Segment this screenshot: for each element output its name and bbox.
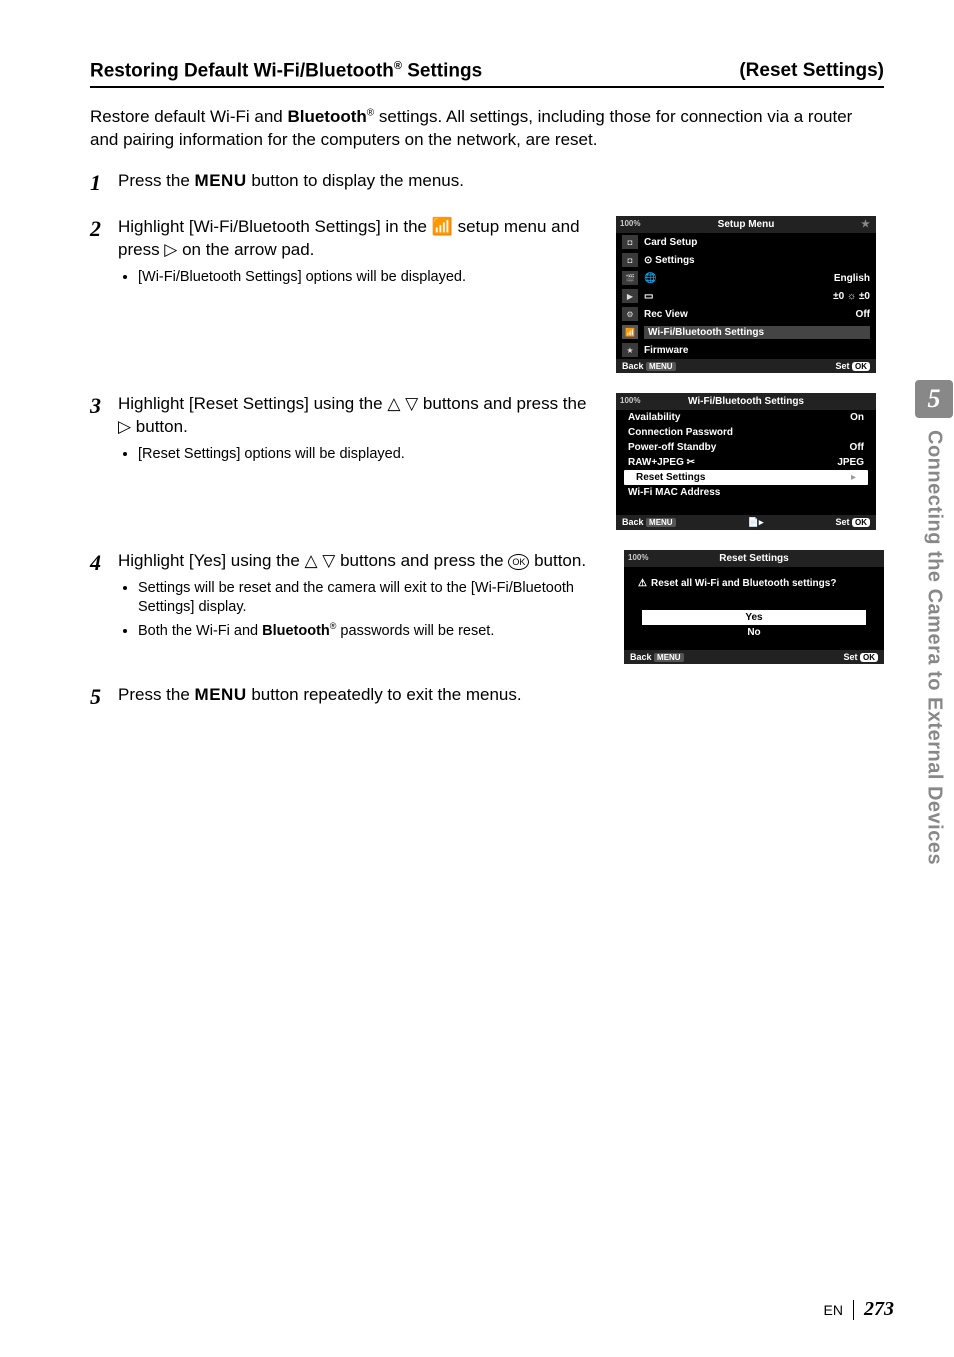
star-tab-icon: ★ [622, 343, 638, 357]
step-4-text: Highlight [Yes] using the △ ▽ buttons an… [118, 550, 598, 573]
section-heading: Restoring Default Wi-Fi/Bluetooth® Setti… [90, 60, 884, 88]
option-yes: Yes [642, 610, 866, 625]
screen-setup-menu: 100% Setup Menu ★ ◘Card Setup ◘⊙ Setting… [616, 216, 876, 373]
step-3-text: Highlight [Reset Settings] using the △ ▽… [118, 393, 598, 439]
footer-page-number: 273 [864, 1298, 894, 1321]
wifi-icon: 📶 [432, 217, 453, 236]
gear-icon: ⚙ [622, 307, 638, 321]
reset-confirm-message: Reset all Wi-Fi and Bluetooth settings? [624, 567, 884, 596]
battery-icon: 100% [628, 553, 648, 562]
screen3-title: Reset Settings [719, 553, 788, 564]
camera2-icon: ◘ [622, 253, 638, 267]
step-1-number: 1 [90, 170, 118, 196]
arrow-right-icon: ▷ [118, 417, 131, 436]
chapter-number: 5 [915, 380, 953, 418]
star-icon: ★ [861, 219, 870, 230]
arrow-right-icon: ▷ [164, 240, 177, 259]
heading-right: (Reset Settings) [739, 60, 884, 82]
arrow-up-down-icon: △ ▽ [387, 394, 418, 413]
page-icon: 📄▸ [748, 517, 764, 528]
chevron-right-icon: ▸ [847, 472, 856, 483]
heading-left-post: Settings [402, 60, 482, 81]
ok-button-icon: OK [508, 554, 529, 570]
battery-icon: 100% [620, 396, 640, 405]
step-2: 2 Highlight [Wi-Fi/Bluetooth Settings] i… [90, 216, 884, 373]
footer-lang: EN [824, 1302, 843, 1318]
footer-separator [853, 1300, 854, 1320]
intro-paragraph: Restore default Wi-Fi and Bluetooth® set… [90, 106, 884, 152]
step-5-text: Press the MENU button repeatedly to exit… [118, 684, 598, 707]
step-4: 4 Highlight [Yes] using the △ ▽ buttons … [90, 550, 884, 664]
heading-left-pre: Restoring Default Wi-Fi/Bluetooth [90, 60, 394, 81]
battery-icon: 100% [620, 219, 640, 228]
heading-left: Restoring Default Wi-Fi/Bluetooth® Setti… [90, 60, 482, 82]
screen-reset-settings: 100% Reset Settings Reset all Wi-Fi and … [624, 550, 884, 664]
page-footer: EN 273 [824, 1298, 894, 1321]
step-3: 3 Highlight [Reset Settings] using the △… [90, 393, 884, 530]
step-3-sub: [Reset Settings] options will be display… [118, 445, 598, 464]
movie-icon: 🎬 [622, 271, 638, 285]
wifi-tab-icon: 📶 [622, 325, 638, 339]
playback-icon: ▶ [622, 289, 638, 303]
step-3-number: 3 [90, 393, 118, 419]
heading-left-sup: ® [394, 60, 402, 72]
step-5-number: 5 [90, 684, 118, 710]
arrow-up-down-icon: △ ▽ [305, 551, 336, 570]
step-4-number: 4 [90, 550, 118, 576]
side-tab: 5 Connecting the Camera to External Devi… [914, 380, 954, 865]
step-2-text: Highlight [Wi-Fi/Bluetooth Settings] in … [118, 216, 598, 262]
step-1: 1 Press the MENU button to display the m… [90, 170, 884, 196]
chapter-title: Connecting the Camera to External Device… [923, 430, 946, 865]
step-5: 5 Press the MENU button repeatedly to ex… [90, 684, 884, 710]
option-no: No [642, 625, 866, 640]
screen2-title: Wi-Fi/Bluetooth Settings [688, 396, 804, 407]
screen1-title: Setup Menu [718, 219, 775, 230]
step-1-text: Press the MENU button to display the men… [118, 170, 598, 193]
warning-icon [638, 578, 651, 589]
camera-icon: ◘ [622, 235, 638, 249]
screen-wifi-bt-settings: 100% Wi-Fi/Bluetooth Settings Availabili… [616, 393, 876, 530]
step-2-sub: [Wi-Fi/Bluetooth Settings] options will … [118, 268, 598, 287]
step-4-sub: Settings will be reset and the camera wi… [118, 579, 606, 640]
step-2-number: 2 [90, 216, 118, 242]
